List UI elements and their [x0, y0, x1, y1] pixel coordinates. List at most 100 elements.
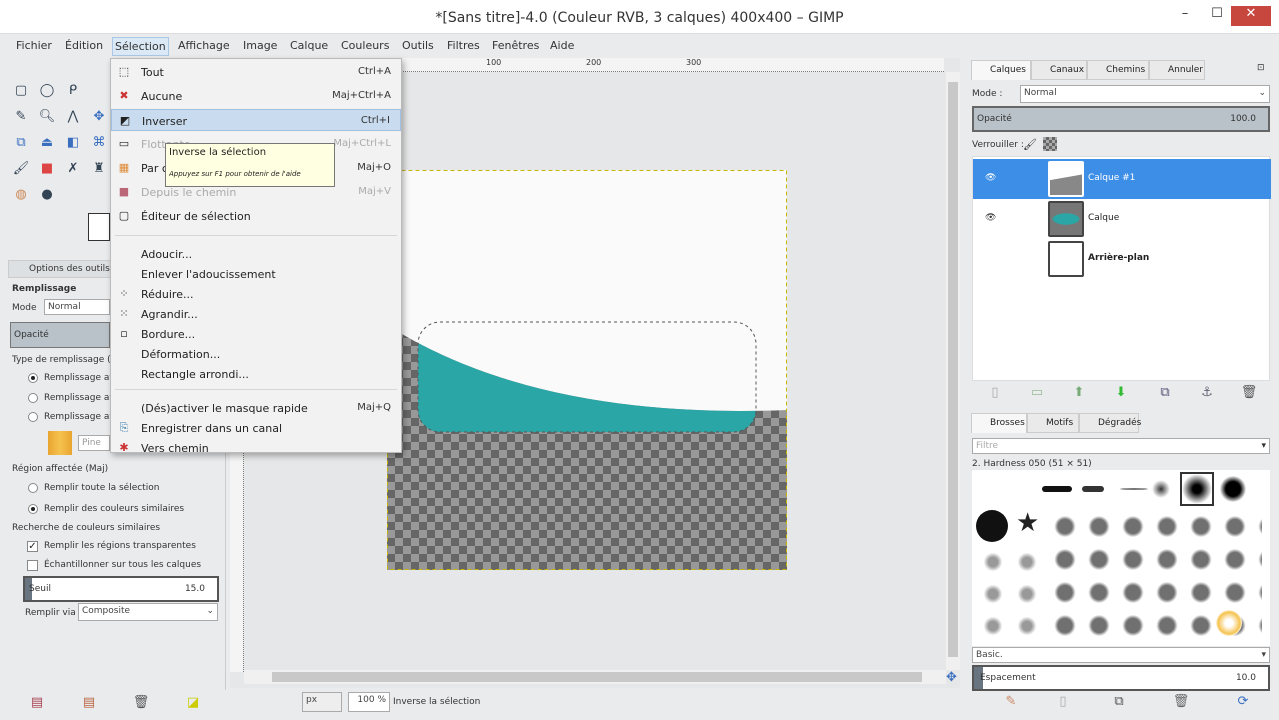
edit-brush-icon[interactable]: ✎ [1002, 693, 1020, 711]
fill-bg-radio[interactable] [28, 393, 38, 403]
tab-calques[interactable]: Calques [971, 60, 1031, 80]
fill-selection-radio[interactable] [28, 483, 38, 493]
layer-opacity-slider[interactable]: Opacité 100.0 [972, 106, 1270, 132]
menu-affichage[interactable]: Affichage [178, 39, 230, 52]
restore-options-icon[interactable]: ▤ [80, 694, 98, 712]
tab-motifs[interactable]: Motifs [1027, 413, 1079, 433]
duplicate-brush-icon[interactable]: ⧉ [1110, 693, 1128, 711]
lock-alpha-icon[interactable] [1043, 137, 1057, 151]
new-brush-icon[interactable]: ▯ [1054, 693, 1072, 711]
menu-outils[interactable]: Outils [402, 39, 434, 52]
layer-row-selected[interactable]: 👁︎ Calque #1 [973, 159, 1271, 199]
fill-fg-radio[interactable] [28, 373, 38, 383]
pattern-preview[interactable] [48, 431, 72, 455]
foreground-color-swatch[interactable] [88, 213, 110, 241]
menu-calque[interactable]: Calque [290, 39, 328, 52]
delete-options-icon[interactable]: 🗑︎ [132, 694, 150, 712]
menu-filtres[interactable]: Filtres [447, 39, 480, 52]
menu-edition[interactable]: Édition [65, 39, 103, 52]
vertical-scrollbar[interactable] [946, 72, 960, 670]
threshold-slider[interactable]: Seuil 15.0 [23, 576, 219, 602]
delete-layer-icon[interactable]: 🗑︎ [1240, 384, 1258, 402]
clone-tool-icon[interactable]: ♜ [90, 160, 108, 178]
close-button[interactable]: ✕ [1231, 6, 1271, 26]
menu-item-rectangle-arrondi[interactable]: Rectangle arrondi... [111, 363, 401, 385]
duplicate-layer-icon[interactable]: ⧉ [1156, 384, 1174, 402]
airbrush-tool-icon[interactable]: ✗ [64, 160, 82, 178]
lock-pixels-icon[interactable]: 🖌︎ [1023, 138, 1037, 151]
zoom-select[interactable]: 100 % [348, 692, 390, 712]
tab-canaux[interactable]: Canaux [1031, 60, 1087, 80]
selected-brush[interactable] [1180, 472, 1214, 506]
sample-merged-checkbox[interactable] [27, 560, 38, 571]
reset-options-icon[interactable]: ◪ [184, 694, 202, 712]
image-canvas[interactable] [387, 170, 787, 570]
menu-item-éditeur-de-sélection[interactable]: ▢ Éditeur de sélection [111, 205, 401, 227]
raise-layer-icon[interactable]: ⬆ [1070, 384, 1088, 402]
opacity-slider[interactable]: Opacité [10, 322, 110, 348]
menu-fenetres[interactable]: Fenêtres [492, 39, 539, 52]
menu-item-réduire[interactable]: ⁘ Réduire... [111, 283, 401, 305]
ellipse-select-tool-icon[interactable]: ◯ [38, 82, 56, 100]
menu-image[interactable]: Image [243, 39, 277, 52]
perspective-tool-icon[interactable]: ⏏ [38, 134, 56, 152]
layer-row[interactable]: Arrière-plan [973, 239, 1271, 279]
measure-tool-icon[interactable]: ⋀ [64, 108, 82, 126]
brush-grid[interactable]: ★ [972, 470, 1270, 646]
paintbrush-tool-icon[interactable]: 🖌︎ [12, 160, 30, 178]
menu-item-bordure[interactable]: ▫ Bordure... [111, 323, 401, 345]
menu-item-aucune[interactable]: ✖ Aucune Maj+Ctrl+A [111, 85, 401, 107]
eye-icon[interactable]: 👁︎ [985, 213, 996, 223]
menu-couleurs[interactable]: Couleurs [341, 39, 389, 52]
dodge-tool-icon[interactable]: ◍ [12, 186, 30, 204]
minimize-button[interactable]: – [1170, 6, 1200, 26]
move-tool-icon[interactable]: ✥ [90, 108, 108, 126]
lower-layer-icon[interactable]: ⬇ [1112, 384, 1130, 402]
lasso-tool-icon[interactable]: ᑭ [64, 82, 82, 100]
eye-icon[interactable]: 👁︎ [985, 173, 996, 183]
horizontal-scrollbar[interactable] [244, 670, 946, 684]
tab-brosses[interactable]: Brosses [971, 413, 1027, 433]
layer-mode-select[interactable]: Normal ⌄ [1020, 85, 1270, 103]
crop-tool-icon[interactable]: ⧉ [12, 134, 30, 152]
menu-item-vers-chemin[interactable]: ✱ Vers chemin [111, 437, 401, 459]
brush-filter-input[interactable]: Filtre ▾ [972, 438, 1270, 454]
brush-preset-select[interactable]: Basic. ▾ [972, 647, 1270, 663]
menu-item-adoucir[interactable]: Adoucir... [111, 243, 401, 265]
menu-item-enregistrer-dans-un-canal[interactable]: ⎘ Enregistrer dans un canal [111, 417, 401, 439]
rect-select-tool-icon[interactable]: ▢ [12, 82, 30, 100]
anchor-layer-icon[interactable]: ⚓︎ [1198, 384, 1216, 402]
menu-item-agrandir[interactable]: ⁙ Agrandir... [111, 303, 401, 325]
menu-item-enlever-l-adoucissement[interactable]: Enlever l'adoucissement [111, 263, 401, 285]
new-layer-icon[interactable]: ▯ [986, 384, 1004, 402]
layer-row[interactable]: 👁︎ Calque [973, 199, 1271, 239]
eraser-tool-icon[interactable]: ■ [38, 160, 56, 178]
menu-item-inverser[interactable]: ◩ Inverser Ctrl+I [111, 109, 401, 131]
mode-select[interactable]: Normal [44, 299, 110, 315]
new-group-icon[interactable]: ▭ [1028, 384, 1046, 402]
fill-pattern-radio[interactable] [28, 412, 38, 422]
maximize-button[interactable]: ☐ [1202, 6, 1232, 26]
spacing-slider[interactable]: Espacement 10.0 [972, 665, 1270, 691]
menu-fichier[interactable]: Fichier [16, 39, 52, 52]
navigate-icon[interactable]: ✥ [946, 670, 957, 685]
flip-tool-icon[interactable]: ◧ [64, 134, 82, 152]
tab-chemins[interactable]: Chemins [1087, 60, 1149, 80]
cage-tool-icon[interactable]: ⌘ [90, 134, 108, 152]
fill-by-select[interactable]: Composite ⌄ [78, 603, 218, 621]
menu-item-tout[interactable]: ⬚ Tout Ctrl+A [111, 61, 401, 83]
save-options-icon[interactable]: ▤ [28, 694, 46, 712]
color-picker-tool-icon[interactable]: ✎ [12, 108, 30, 126]
zoom-tool-icon[interactable]: 🔍︎ [38, 108, 56, 126]
delete-brush-icon[interactable]: 🗑︎ [1172, 693, 1190, 711]
refresh-brushes-icon[interactable]: ⟳ [1234, 693, 1252, 711]
menu-item-déformation[interactable]: Déformation... [111, 343, 401, 365]
tab-annuler[interactable]: Annuler [1149, 60, 1205, 80]
panel-menu-icon[interactable]: ⊡ [1257, 63, 1265, 73]
menu-selection[interactable]: Sélection [112, 37, 169, 56]
unit-select[interactable]: px [302, 692, 342, 712]
menu-item-dés-activer-le-masque-rapide[interactable]: (Dés)activer le masque rapide Maj+Q [111, 397, 401, 419]
tab-degrades[interactable]: Dégradés [1079, 413, 1141, 433]
fill-similar-radio[interactable] [28, 504, 38, 514]
menu-aide[interactable]: Aide [550, 39, 574, 52]
